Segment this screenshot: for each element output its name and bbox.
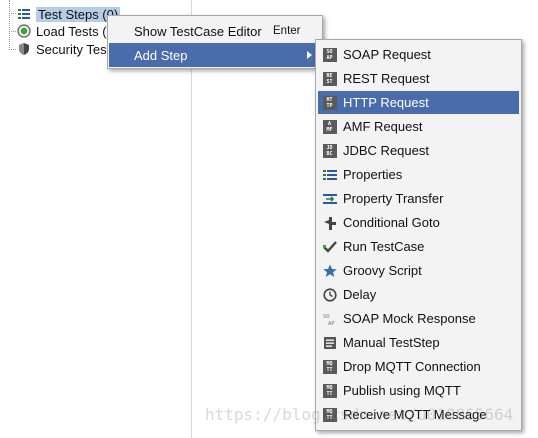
- context-menu: Show TestCase Editor Enter Add Step: [107, 15, 323, 69]
- menu-item-run-testcase[interactable]: Run TestCase: [318, 235, 519, 258]
- tree-guide-line: [9, 31, 16, 32]
- menu-item-conditional-goto[interactable]: Conditional Goto: [318, 211, 519, 234]
- menu-item-receive-mqtt-message[interactable]: MQ TT Receive MQTT Message: [318, 403, 519, 426]
- menu-item-property-transfer[interactable]: Property Transfer: [318, 187, 519, 210]
- add-step-submenu: SO AP SOAP Request RE ST REST Request HT TP…: [315, 39, 522, 431]
- menu-item-properties[interactable]: Properties: [318, 163, 519, 186]
- manual-teststep-icon: [322, 335, 337, 350]
- gauge-icon: [17, 24, 31, 38]
- shield-icon: [17, 42, 31, 56]
- menu-item-label: SOAP Mock Response: [343, 311, 476, 326]
- run-testcase-icon: [322, 239, 337, 254]
- menu-item-label: Show TestCase Editor: [134, 23, 262, 39]
- menu-item-groovy-script[interactable]: Groovy Script: [318, 259, 519, 282]
- menu-item-label: Manual TestStep: [343, 335, 440, 350]
- menu-item-label: Publish using MQTT: [343, 383, 461, 398]
- tree-item-test-steps[interactable]: Test Steps (0): [17, 5, 121, 23]
- conditional-goto-icon: [322, 215, 337, 230]
- tree-item-security-tests[interactable]: Security Tes: [17, 40, 107, 58]
- menu-item-add-step[interactable]: Add Step: [109, 43, 321, 67]
- menu-item-label: AMF Request: [343, 119, 423, 134]
- tree-guide-line: [9, 49, 16, 50]
- menu-item-label: SOAP Request: [343, 47, 431, 62]
- groovy-script-icon: [322, 263, 337, 278]
- menu-item-label: Conditional Goto: [343, 215, 440, 230]
- menu-item-delay[interactable]: Delay: [318, 283, 519, 306]
- menu-item-label: REST Request: [343, 71, 430, 86]
- menu-item-soap-mock-response[interactable]: SO AP SOAP Mock Response: [318, 307, 519, 330]
- menu-item-label: Delay: [343, 287, 377, 302]
- menu-item-amf-request[interactable]: A MF AMF Request: [318, 115, 519, 138]
- properties-icon: [322, 167, 337, 182]
- tree-item-label: Load Tests (: [36, 23, 107, 39]
- svg-text:AP: AP: [328, 321, 335, 326]
- tree-item-label: Security Tes: [36, 41, 107, 57]
- publish-mqtt-icon: MQ TT: [322, 383, 337, 398]
- submenu-arrow-icon: [307, 51, 312, 59]
- menu-item-label: Run TestCase: [343, 239, 425, 254]
- menu-item-accelerator: Enter: [273, 25, 301, 37]
- menu-item-label: Drop MQTT Connection: [343, 359, 481, 374]
- property-transfer-icon: [322, 191, 337, 206]
- rest-request-icon: RE ST: [322, 71, 337, 86]
- soap-request-icon: SO AP: [322, 47, 337, 62]
- menu-item-publish-using-mqtt[interactable]: MQ TT Publish using MQTT: [318, 379, 519, 402]
- menu-item-jdbc-request[interactable]: JD BC JDBC Request: [318, 139, 519, 162]
- drop-mqtt-icon: MQ TT: [322, 359, 337, 374]
- menu-item-label: Add Step: [134, 47, 188, 63]
- delay-icon: [322, 287, 337, 302]
- svg-text:SO: SO: [323, 314, 330, 320]
- jdbc-request-icon: JD BC: [322, 143, 337, 158]
- menu-item-label: Properties: [343, 167, 403, 182]
- amf-request-icon: A MF: [322, 119, 337, 134]
- menu-item-soap-request[interactable]: SO AP SOAP Request: [318, 43, 519, 66]
- menu-item-label: JDBC Request: [343, 143, 429, 158]
- menu-item-label: Property Transfer: [343, 191, 444, 206]
- menu-item-show-testcase-editor[interactable]: Show TestCase Editor Enter: [109, 19, 321, 43]
- menu-item-http-request[interactable]: HT TP HTTP Request: [318, 91, 519, 114]
- menu-item-rest-request[interactable]: RE ST REST Request: [318, 67, 519, 90]
- menu-item-manual-teststep[interactable]: Manual TestStep: [318, 331, 519, 354]
- menu-item-label: Receive MQTT Message: [343, 407, 487, 422]
- http-request-icon: HT TP: [322, 95, 337, 110]
- tree-item-load-tests[interactable]: Load Tests (: [17, 22, 107, 40]
- menu-item-label: Groovy Script: [343, 263, 422, 278]
- list-icon: [17, 7, 31, 21]
- soap-mock-response-icon: SO AP: [322, 311, 337, 326]
- tree-guide-line: [9, 0, 10, 50]
- menu-item-drop-mqtt-connection[interactable]: MQ TT Drop MQTT Connection: [318, 355, 519, 378]
- receive-mqtt-icon: MQ TT: [322, 407, 337, 422]
- menu-item-label: HTTP Request: [343, 95, 429, 110]
- tree-guide-line: [9, 13, 16, 14]
